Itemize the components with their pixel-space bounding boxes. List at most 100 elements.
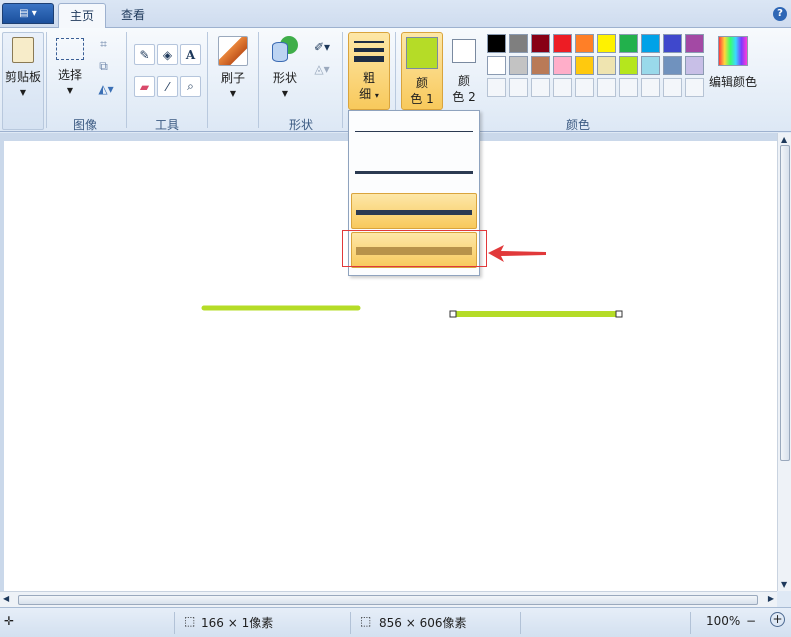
pencil-icon[interactable]: ✎ <box>134 44 155 65</box>
color1-button[interactable]: 颜 色 1 <box>401 32 443 110</box>
zoom-level: 100% <box>706 614 741 628</box>
tab-view[interactable]: 查看 <box>110 3 156 29</box>
fill-icon[interactable]: ◈ <box>157 44 178 65</box>
outline-icon[interactable]: ✐▾ <box>309 36 335 57</box>
horizontal-scrollbar[interactable]: ◀ ▶ <box>0 591 777 607</box>
custom-color-slot[interactable] <box>531 78 550 97</box>
vertical-scrollbar[interactable]: ▲ ▼ <box>777 133 791 591</box>
size-button[interactable]: 粗 细 ▾ <box>348 32 390 110</box>
separator <box>520 612 521 634</box>
crop-icon[interactable]: ⌗ <box>93 34 114 55</box>
palette-swatch[interactable] <box>641 34 660 53</box>
palette-swatch[interactable] <box>531 34 550 53</box>
color-spectrum-icon <box>718 36 748 66</box>
separator <box>126 32 127 128</box>
palette-swatch[interactable] <box>575 34 594 53</box>
separator <box>174 612 175 634</box>
size-option-3px[interactable] <box>351 154 477 190</box>
tools-group-label: 工具 <box>154 118 179 132</box>
custom-color-slot[interactable] <box>509 78 528 97</box>
palette-swatch[interactable] <box>509 56 528 75</box>
palette-swatch[interactable] <box>641 56 660 75</box>
brushes-button[interactable]: 刷子 ▼ <box>214 32 252 104</box>
palette-swatch[interactable] <box>619 56 638 75</box>
palette-swatch[interactable] <box>509 34 528 53</box>
color2-label-line1: 颜 <box>457 74 470 88</box>
palette-swatch[interactable] <box>685 34 704 53</box>
color2-button[interactable]: 颜 色 2 <box>447 32 481 110</box>
size-label-line2: 细 ▾ <box>359 87 379 101</box>
palette-swatch[interactable] <box>685 56 704 75</box>
color1-label-line1: 颜 <box>415 76 428 90</box>
select-rect-icon <box>56 38 84 60</box>
edit-colors-button[interactable]: 编辑颜色 <box>707 32 759 104</box>
palette-swatch[interactable] <box>531 56 550 75</box>
custom-color-slot[interactable] <box>663 78 682 97</box>
text-icon[interactable]: A <box>180 44 201 65</box>
color-picker-icon[interactable]: ⁄ <box>157 76 178 97</box>
scroll-right-icon[interactable]: ▶ <box>768 594 774 603</box>
shapes-button[interactable]: 形状 ▼ <box>266 32 304 104</box>
palette-swatch[interactable] <box>663 34 682 53</box>
palette-swatch[interactable] <box>575 56 594 75</box>
palette-swatch[interactable] <box>553 34 572 53</box>
custom-color-slot[interactable] <box>553 78 572 97</box>
horizontal-scroll-thumb[interactable] <box>18 595 758 605</box>
palette-swatch[interactable] <box>487 34 506 53</box>
custom-color-slot[interactable] <box>685 78 704 97</box>
tab-bar: ▤ ▾ 主页 查看 ? <box>0 0 791 29</box>
scroll-up-icon[interactable]: ▲ <box>781 135 787 144</box>
size-option-5px[interactable] <box>351 193 477 229</box>
shapes-group-label: 形状 <box>288 118 313 132</box>
select-button[interactable]: 选择 ▼ <box>52 32 88 102</box>
palette-swatch[interactable] <box>597 34 616 53</box>
resize-icon[interactable]: ⧉ <box>93 56 114 77</box>
brushes-label: 刷子 <box>220 71 245 85</box>
help-icon[interactable]: ? <box>773 7 787 21</box>
fill-shape-icon: ◬▾ <box>314 61 330 76</box>
chevron-down-icon: ▼ <box>19 88 27 97</box>
color2-label-line2: 色 2 <box>452 90 476 104</box>
select-label: 选择 <box>57 68 82 82</box>
size-line-preview <box>356 210 472 215</box>
tab-home[interactable]: 主页 <box>58 3 107 29</box>
palette-swatch[interactable] <box>663 56 682 75</box>
color2-swatch <box>452 39 476 63</box>
separator <box>46 32 47 128</box>
paste-button[interactable]: 剪贴板 ▼ <box>2 32 44 130</box>
custom-color-slot[interactable] <box>641 78 660 97</box>
resize-handle[interactable] <box>449 310 457 318</box>
shapes-icon <box>270 36 300 64</box>
separator <box>207 32 208 128</box>
chevron-down-icon: ▼ <box>229 89 237 98</box>
palette-swatch[interactable] <box>619 34 638 53</box>
vertical-scroll-thumb[interactable] <box>780 145 790 461</box>
magnifier-icon[interactable]: ⌕ <box>180 76 201 97</box>
app-menu-button[interactable]: ▤ ▾ <box>2 3 54 24</box>
size-line-preview <box>355 131 473 132</box>
custom-color-slot[interactable] <box>597 78 616 97</box>
annotation-arrow-icon <box>488 245 546 262</box>
cursor-position-icon: ✛ <box>4 614 15 628</box>
separator <box>342 32 343 128</box>
size-option-1px[interactable] <box>351 113 477 149</box>
annotation-box <box>342 230 487 267</box>
custom-color-slot[interactable] <box>619 78 638 97</box>
scroll-down-icon[interactable]: ▼ <box>781 580 787 589</box>
custom-color-slot[interactable] <box>487 78 506 97</box>
palette-swatch[interactable] <box>597 56 616 75</box>
separator <box>258 32 259 128</box>
size-line-preview <box>355 171 473 174</box>
rotate-icon[interactable]: ◭▾ <box>93 78 119 99</box>
zoom-in-icon[interactable]: + <box>770 612 785 627</box>
eraser-icon[interactable]: ▰ <box>134 76 155 97</box>
palette-swatch[interactable] <box>487 56 506 75</box>
custom-color-slot[interactable] <box>575 78 594 97</box>
scroll-left-icon[interactable]: ◀ <box>3 594 9 603</box>
palette-swatch[interactable] <box>553 56 572 75</box>
chevron-down-icon: ▾ <box>374 91 379 100</box>
zoom-out-icon[interactable]: − <box>746 614 756 628</box>
canvas-size-text: 856 × 606像素 <box>379 616 467 630</box>
size-label-line1: 粗 <box>362 71 375 85</box>
resize-handle[interactable] <box>615 310 623 318</box>
